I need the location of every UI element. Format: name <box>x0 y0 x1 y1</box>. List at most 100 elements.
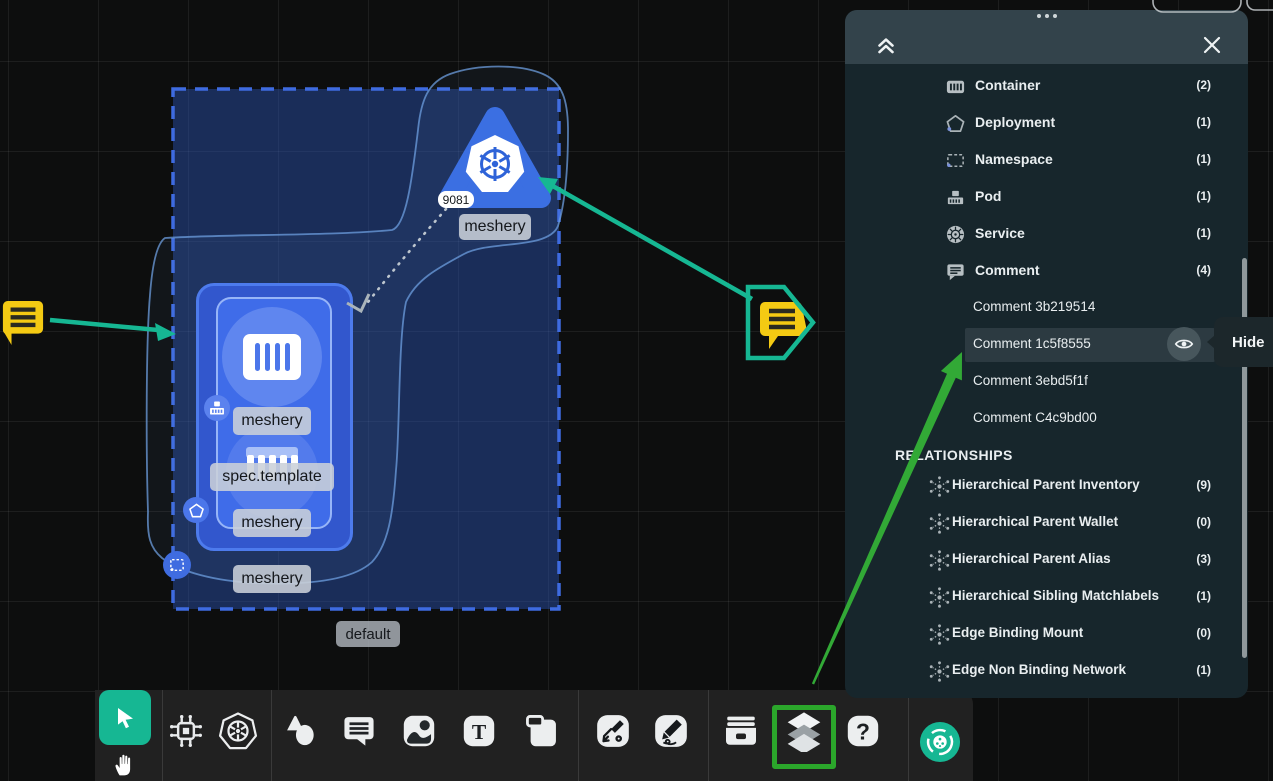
relationship-row-hierarchical-sibling-matchlabels[interactable]: Hierarchical Sibling Matchlabels (1) <box>845 579 1248 616</box>
resource-label: Service <box>975 225 1025 241</box>
resource-count: (4) <box>1196 263 1211 277</box>
mesh-components-tool-button[interactable] <box>164 709 208 753</box>
edge-pen-icon <box>594 712 632 750</box>
shapes-icon <box>281 712 319 750</box>
comment-label: Comment 1c5f8555 <box>973 336 1091 351</box>
collapse-panel-button[interactable] <box>873 32 899 58</box>
resource-row-pod[interactable]: Pod (1) <box>845 179 1248 216</box>
help-icon: ? <box>844 712 882 750</box>
resource-count: (1) <box>1196 115 1211 129</box>
comment-row-comment-1c5f8555[interactable]: Comment 1c5f8555 <box>845 327 1248 364</box>
comment-row-comment-c4c9bd00[interactable]: Comment C4c9bd00 <box>845 401 1248 438</box>
svg-text:T: T <box>472 720 487 744</box>
relationship-row-edge-binding-mount[interactable]: Edge Binding Mount (0) <box>845 616 1248 653</box>
relationship-row-hierarchical-parent-alias[interactable]: Hierarchical Parent Alias (3) <box>845 542 1248 579</box>
namespace-label: default <box>336 621 400 647</box>
help-tool-button[interactable]: ? <box>841 709 885 753</box>
comment-node-left[interactable] <box>1 299 45 349</box>
res-service-icon <box>945 224 966 245</box>
kubernetes-tool-button[interactable] <box>216 709 260 753</box>
service-port-label: 9081 <box>438 191 474 208</box>
resource-row-service[interactable]: Service (1) <box>845 216 1248 253</box>
note-tool-button[interactable] <box>520 709 564 753</box>
relationship-label: Hierarchical Parent Inventory <box>952 477 1140 492</box>
resource-label: Pod <box>975 188 1001 204</box>
resource-label: Namespace <box>975 151 1053 167</box>
bottom-toolbar: T ? <box>95 690 973 781</box>
relationship-label: Edge Non Binding Network <box>952 662 1126 677</box>
resource-label: Deployment <box>975 114 1055 130</box>
panel-header[interactable] <box>845 10 1248 64</box>
resource-row-namespace[interactable]: Namespace (1) <box>845 142 1248 179</box>
relationship-icon <box>928 549 951 572</box>
relationship-count: (1) <box>1196 663 1211 677</box>
relationship-count: (0) <box>1196 515 1211 529</box>
relationship-label: Hierarchical Parent Alias <box>952 551 1111 566</box>
comment-row-comment-3ebd5f1f[interactable]: Comment 3ebd5f1f <box>845 364 1248 401</box>
drawer-icon <box>721 712 761 750</box>
freehand-pen-icon <box>652 712 690 750</box>
comment-icon <box>340 712 378 750</box>
relationship-icon <box>928 512 951 535</box>
elements-panel: Container (2) Deployment (1) Namespace (… <box>845 10 1248 698</box>
resource-row-comment[interactable]: Comment (4) <box>845 253 1248 290</box>
res-pod-icon <box>945 187 966 208</box>
comment-label: Comment 3b219514 <box>973 299 1095 314</box>
shapes-tool-button[interactable] <box>278 709 322 753</box>
pan-tool-button[interactable] <box>107 746 143 780</box>
res-deployment-icon <box>945 113 966 134</box>
resource-count: (1) <box>1196 226 1211 240</box>
resource-count: (1) <box>1196 189 1211 203</box>
drawer-tool-button[interactable] <box>719 709 763 753</box>
resource-row-deployment[interactable]: Deployment (1) <box>845 105 1248 142</box>
kubernetes-icon <box>217 710 259 752</box>
layers-highlight-box <box>772 705 836 769</box>
relationship-label: Hierarchical Sibling Matchlabels <box>952 588 1159 603</box>
res-namespace-icon <box>945 150 966 171</box>
resource-label: Comment <box>975 262 1040 278</box>
service-label: meshery <box>459 214 531 240</box>
relationship-label: Edge Binding Mount <box>952 625 1083 640</box>
workload-label: meshery <box>233 565 311 593</box>
relationship-row-hierarchical-parent-wallet[interactable]: Hierarchical Parent Wallet (0) <box>845 505 1248 542</box>
relationship-count: (3) <box>1196 552 1211 566</box>
spec-template-label: spec.template <box>210 463 334 491</box>
note-icon <box>523 712 561 750</box>
relationships-header: RELATIONSHIPS <box>895 447 1013 463</box>
text-tool-button[interactable]: T <box>457 709 501 753</box>
resource-count: (1) <box>1196 152 1211 166</box>
comment-label: Comment 3ebd5f1f <box>973 373 1088 388</box>
hide-tooltip: Hide <box>1214 317 1273 367</box>
relationship-row-hierarchical-parent-inventory[interactable]: Hierarchical Parent Inventory (9) <box>845 468 1248 505</box>
relationship-icon <box>928 475 951 498</box>
close-panel-button[interactable] <box>1200 33 1224 57</box>
hide-eye-button[interactable] <box>1167 327 1201 361</box>
select-tool-button[interactable] <box>99 690 151 745</box>
resource-label: Container <box>975 77 1040 93</box>
pod-label: meshery <box>233 407 311 435</box>
svg-text:?: ? <box>856 719 870 745</box>
relationship-row-partial <box>845 690 1248 698</box>
image-tool-button[interactable] <box>397 709 441 753</box>
meshery-logo-button[interactable] <box>919 721 961 763</box>
relationship-icon <box>928 697 951 698</box>
res-comment-icon <box>945 261 966 282</box>
resource-row-container[interactable]: Container (2) <box>845 68 1248 105</box>
relationship-icon <box>928 660 951 683</box>
resource-count: (2) <box>1196 78 1211 92</box>
relationship-count: (9) <box>1196 478 1211 492</box>
relationship-row-edge-non-binding-network[interactable]: Edge Non Binding Network (1) <box>845 653 1248 690</box>
text-icon: T <box>460 712 498 750</box>
res-container-icon <box>945 76 966 97</box>
freehand-pen-tool-button[interactable] <box>649 709 693 753</box>
comment-node-right[interactable] <box>756 300 806 352</box>
drag-handle-icon[interactable] <box>845 14 1248 18</box>
mesh-sync-icon <box>166 711 206 751</box>
image-icon <box>400 712 438 750</box>
comment-tool-button[interactable] <box>337 709 381 753</box>
comment-row-comment-3b219514[interactable]: Comment 3b219514 <box>845 290 1248 327</box>
edge-pen-tool-button[interactable] <box>591 709 635 753</box>
relationship-count: (0) <box>1196 626 1211 640</box>
meshery-design-canvas: 9081 meshery meshery spec.template meshe… <box>0 0 1273 781</box>
relationship-icon <box>928 586 951 609</box>
